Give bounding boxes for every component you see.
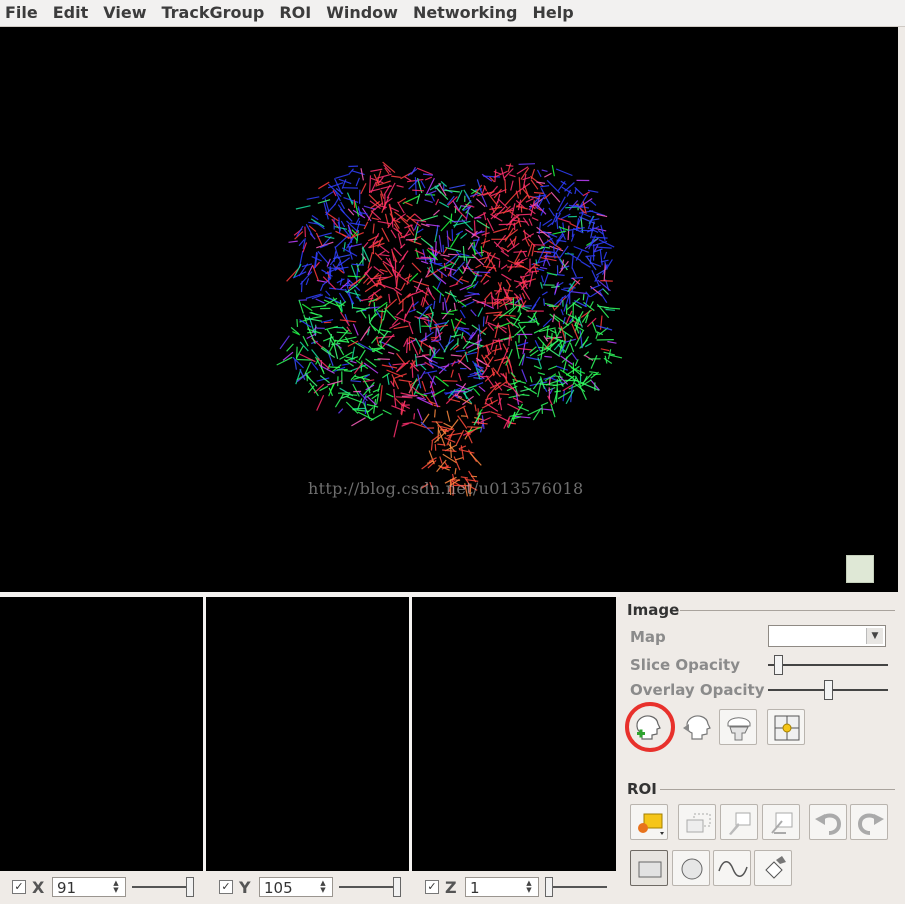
head-slice-button[interactable]	[719, 709, 757, 745]
new-roi-button[interactable]	[630, 804, 668, 840]
roi-group-title: ROI	[627, 780, 657, 798]
slice-control-x: ✓ X 91 ▲ ▼	[12, 873, 194, 901]
orientation-marker[interactable]	[846, 555, 874, 583]
import-head-icon	[683, 715, 711, 740]
menu-file[interactable]: File	[0, 0, 47, 26]
menu-view[interactable]: View	[97, 0, 155, 26]
window-edge	[898, 27, 905, 592]
roi-copy-button[interactable]	[678, 804, 716, 840]
menu-bar: File Edit View TrackGroup ROI Window Net…	[0, 0, 905, 27]
chevron-down-icon: ▼	[866, 628, 883, 644]
slice-control-y: ✓ Y 105 ▲ ▼	[219, 873, 401, 901]
slice-y-spinbox[interactable]: 105 ▲ ▼	[259, 877, 333, 897]
menu-trackgroup[interactable]: TrackGroup	[155, 0, 273, 26]
redo-icon	[857, 813, 884, 835]
add-image-icon	[636, 715, 661, 740]
tract-strokes	[276, 161, 623, 497]
roi-edit-icon	[729, 812, 751, 835]
spin-arrows-icon[interactable]: ▲ ▼	[522, 880, 536, 894]
slice-y-slider[interactable]	[339, 877, 401, 897]
slice-y-checkbox[interactable]: ✓	[219, 880, 233, 894]
freehand-tool-button[interactable]	[713, 850, 751, 886]
slice-z-checkbox[interactable]: ✓	[425, 880, 439, 894]
map-label: Map	[630, 628, 666, 646]
watermark: http://blog.csdn.net/u013576018	[308, 479, 584, 498]
spin-arrows-icon[interactable]: ▲ ▼	[316, 880, 330, 894]
undo-icon	[815, 813, 842, 835]
slice-z-label: Z	[445, 877, 457, 897]
circle-icon	[681, 858, 703, 880]
add-image-button[interactable]	[628, 709, 666, 745]
slice-view-y[interactable]	[206, 597, 409, 871]
group-divider	[680, 610, 895, 611]
overlay-opacity-slider[interactable]	[768, 679, 888, 701]
roi-delete-icon	[771, 812, 793, 834]
redo-button[interactable]	[850, 804, 888, 840]
slice-x-checkbox[interactable]: ✓	[12, 880, 26, 894]
import-head-button[interactable]	[676, 709, 714, 745]
slice-controls: ✓ X 91 ▲ ▼ ✓ Y 105 ▲ ▼ ✓ Z 1 ▲ ▼	[0, 871, 620, 904]
3d-viewport[interactable]: http://blog.csdn.net/u013576018	[0, 27, 898, 592]
fiber-tract-rendering	[276, 161, 623, 497]
slice-opacity-label: Slice Opacity	[630, 656, 740, 674]
circle-tool-button[interactable]	[672, 850, 710, 886]
rectangle-tool-button[interactable]	[630, 850, 668, 886]
new-roi-icon	[638, 813, 664, 835]
head-slice-icon	[727, 717, 751, 741]
slice-y-label: Y	[239, 877, 251, 897]
roi-delete-button[interactable]	[762, 804, 800, 840]
slice-opacity-slider[interactable]	[768, 654, 888, 676]
menu-edit[interactable]: Edit	[47, 0, 98, 26]
properties-panel: Image Map ▼ Slice Opacity Overlay Opacit…	[620, 597, 905, 904]
rectangle-icon	[638, 861, 662, 878]
slice-view-x[interactable]	[0, 597, 203, 871]
slice-x-label: X	[32, 877, 45, 897]
menu-window[interactable]: Window	[320, 0, 407, 26]
slider-thumb[interactable]	[824, 680, 833, 700]
slice-view-z[interactable]	[412, 597, 616, 871]
slice-x-slider[interactable]	[132, 877, 194, 897]
slice-z-spinbox[interactable]: 1 ▲ ▼	[465, 877, 539, 897]
group-divider	[660, 789, 895, 790]
map-select[interactable]: ▼	[768, 625, 886, 647]
roi-copy-icon	[686, 813, 711, 833]
slider-thumb[interactable]	[774, 655, 783, 675]
slice-z-slider[interactable]	[545, 877, 607, 897]
menu-networking[interactable]: Networking	[407, 0, 527, 26]
paint-bucket-tool-button[interactable]	[754, 850, 792, 886]
image-group-title: Image	[627, 601, 680, 619]
undo-button[interactable]	[809, 804, 847, 840]
spin-arrows-icon[interactable]: ▲ ▼	[109, 880, 123, 894]
crosshair-icon	[774, 715, 800, 741]
freehand-icon	[718, 861, 748, 877]
slice-control-z: ✓ Z 1 ▲ ▼	[425, 873, 607, 901]
slice-x-spinbox[interactable]: 91 ▲ ▼	[52, 877, 126, 897]
paint-bucket-icon	[765, 856, 786, 879]
roi-edit-button[interactable]	[720, 804, 758, 840]
menu-roi[interactable]: ROI	[273, 0, 320, 26]
crosshair-button[interactable]	[767, 709, 805, 745]
menu-help[interactable]: Help	[526, 0, 582, 26]
overlay-opacity-label: Overlay Opacity	[630, 681, 765, 699]
